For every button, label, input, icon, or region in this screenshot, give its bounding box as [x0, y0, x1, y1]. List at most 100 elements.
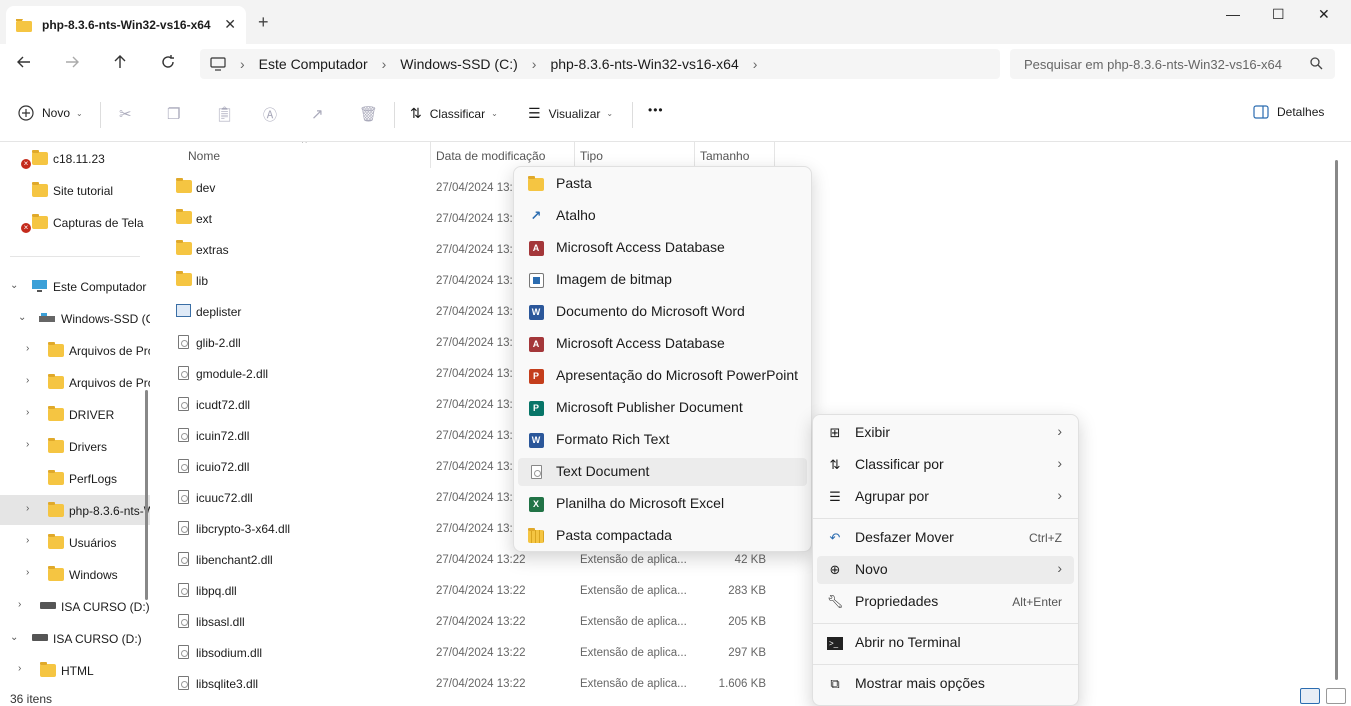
- chevron-right-icon[interactable]: ›: [26, 375, 29, 386]
- column-divider[interactable]: [694, 142, 695, 168]
- menu-item-new-excel[interactable]: X Planilha do Microsoft Excel: [518, 490, 807, 518]
- breadcrumb-this-pc[interactable]: Este Computador: [259, 56, 368, 72]
- menu-item-open-terminal[interactable]: >_ Abrir no Terminal: [817, 629, 1074, 657]
- file-list-scrollbar[interactable]: [1335, 160, 1338, 680]
- menu-item-new-zip[interactable]: Pasta compactada: [518, 522, 807, 550]
- sidebar-item-this-pc[interactable]: ⌄ Este Computador: [0, 271, 150, 301]
- copy-button[interactable]: ❐: [167, 105, 180, 123]
- breadcrumb-drive-c[interactable]: Windows-SSD (C:): [400, 56, 517, 72]
- dll-file-icon: [178, 335, 189, 349]
- menu-item-new-access-db[interactable]: A Microsoft Access Database: [518, 234, 807, 262]
- sidebar-item-users[interactable]: › Usuários: [0, 527, 150, 557]
- file-row[interactable]: libsodium.dll 27/04/2024 13:22 Extensão de…: [158, 637, 778, 668]
- back-button[interactable]: [16, 54, 32, 75]
- chevron-right-icon[interactable]: ›: [26, 535, 29, 546]
- file-row[interactable]: libsasl.dll 27/04/2024 13:22 Extensão de a…: [158, 606, 778, 637]
- breadcrumb-separator[interactable]: ›: [240, 56, 245, 72]
- chevron-right-icon[interactable]: ›: [26, 567, 29, 578]
- menu-item-label: Documento do Microsoft Word: [556, 303, 745, 319]
- column-divider[interactable]: [774, 142, 775, 168]
- file-row[interactable]: libpq.dll 27/04/2024 13:22 Extensão de apl…: [158, 575, 778, 606]
- menu-item-new-folder[interactable]: Pasta: [518, 170, 807, 198]
- column-header-date[interactable]: Data de modificação: [436, 149, 545, 163]
- sidebar-item-screenshots[interactable]: × Capturas de Tela: [0, 207, 150, 237]
- chevron-right-icon[interactable]: ›: [18, 663, 21, 674]
- menu-item-new-shortcut[interactable]: ↗ Atalho: [518, 202, 807, 230]
- sidebar-item-drive-d[interactable]: ⌄ ISA CURSO (D:): [0, 623, 150, 653]
- arrow-right-icon: [66, 56, 79, 68]
- address-bar[interactable]: › Este Computador › Windows-SSD (C:) › p…: [200, 49, 1000, 79]
- menu-item-new-powerpoint[interactable]: P Apresentação do Microsoft PowerPoint: [518, 362, 807, 390]
- sidebar-item-program-files[interactable]: › Arquivos de Programas: [0, 335, 150, 365]
- menu-item-undo-move[interactable]: ↶ Desfazer Mover Ctrl+Z: [817, 524, 1074, 552]
- menu-item-new-word[interactable]: W Documento do Microsoft Word: [518, 298, 807, 326]
- sidebar-item-php-folder[interactable]: › php-8.3.6-nts-Win32-vs16-x64: [0, 495, 150, 525]
- sidebar-item-drivers[interactable]: › Drivers: [0, 431, 150, 461]
- rename-button[interactable]: Ⓐ: [263, 105, 277, 125]
- menu-item-properties[interactable]: 🔧︎ Propriedades Alt+Enter: [817, 588, 1074, 616]
- minimize-button[interactable]: —: [1226, 6, 1240, 22]
- sidebar-item-drive-d-nested[interactable]: › ISA CURSO (D:): [0, 591, 150, 621]
- column-header-size[interactable]: Tamanho: [700, 149, 749, 163]
- chevron-right-icon[interactable]: ›: [26, 343, 29, 354]
- menu-item-new-rich-text[interactable]: W Formato Rich Text: [518, 426, 807, 454]
- chevron-right-icon[interactable]: ›: [26, 439, 29, 450]
- breadcrumb-separator[interactable]: ›: [382, 56, 387, 72]
- menu-item-new[interactable]: ⊕ Novo ›: [817, 556, 1074, 584]
- sort-button[interactable]: ⇅ Classificar ⌄: [410, 105, 498, 122]
- sidebar-item-perflogs[interactable]: PerfLogs: [0, 463, 150, 493]
- share-button[interactable]: ↗: [311, 105, 324, 123]
- chevron-down-icon[interactable]: ⌄: [10, 280, 18, 291]
- sidebar-item-html[interactable]: › HTML: [0, 655, 150, 685]
- chevron-right-icon[interactable]: ›: [26, 503, 29, 514]
- new-tab-button[interactable]: +: [258, 12, 269, 33]
- access-icon: A: [528, 240, 544, 256]
- up-button[interactable]: [112, 54, 128, 75]
- delete-button[interactable]: 🗑︎: [359, 105, 378, 123]
- chevron-down-icon[interactable]: ⌄: [10, 632, 18, 643]
- details-view-icon[interactable]: [1300, 688, 1320, 704]
- sidebar-item-c18[interactable]: × c18.11.23: [0, 143, 150, 173]
- column-header-type[interactable]: Tipo: [580, 149, 603, 163]
- cut-button[interactable]: ✂: [119, 105, 132, 123]
- menu-item-new-access-db-2[interactable]: A Microsoft Access Database: [518, 330, 807, 358]
- menu-item-new-text-document[interactable]: Text Document: [518, 458, 807, 486]
- new-button[interactable]: Novo ⌄: [18, 105, 83, 121]
- column-divider[interactable]: [574, 142, 575, 168]
- plus-circle-icon: ⊕: [829, 562, 841, 577]
- chevron-down-icon[interactable]: ⌄: [18, 312, 26, 323]
- sidebar-scrollbar[interactable]: [145, 390, 148, 600]
- chevron-right-icon[interactable]: ›: [26, 407, 29, 418]
- breadcrumb-separator[interactable]: ›: [753, 56, 758, 72]
- sidebar-item-windows[interactable]: › Windows: [0, 559, 150, 589]
- menu-item-view[interactable]: ⊞ Exibir ›: [817, 419, 1074, 447]
- forward-button[interactable]: [64, 54, 80, 75]
- close-tab-icon[interactable]: ✕: [224, 16, 236, 33]
- view-button[interactable]: ☰ Visualizar ⌄: [528, 105, 613, 122]
- breadcrumb-separator[interactable]: ›: [532, 56, 537, 72]
- tab-current-folder[interactable]: php-8.3.6-nts-Win32-vs16-x64 ✕: [6, 6, 246, 44]
- column-header-name[interactable]: Nome: [188, 149, 220, 163]
- column-divider[interactable]: [430, 142, 431, 168]
- menu-item-new-bitmap[interactable]: Imagem de bitmap: [518, 266, 807, 294]
- menu-item-new-publisher[interactable]: P Microsoft Publisher Document: [518, 394, 807, 422]
- maximize-button[interactable]: ☐: [1272, 6, 1285, 23]
- more-options-button[interactable]: •••: [648, 103, 664, 117]
- menu-item-group-by[interactable]: ☰ Agrupar por ›: [817, 483, 1074, 511]
- menu-item-show-more-options[interactable]: ⧉ Mostrar mais opções: [817, 670, 1074, 698]
- sidebar-item-drive-c[interactable]: ⌄ Windows-SSD (C:): [0, 303, 150, 333]
- folder-icon: [48, 374, 64, 389]
- sidebar-item-site-tutorial[interactable]: Site tutorial: [0, 175, 150, 205]
- file-row[interactable]: libsqlite3.dll 27/04/2024 13:22 Extensão d…: [158, 668, 778, 690]
- tiles-view-icon[interactable]: [1326, 688, 1346, 704]
- sidebar-item-driver[interactable]: › DRIVER: [0, 399, 150, 429]
- paste-button[interactable]: 📋︎: [215, 105, 234, 123]
- menu-item-sort-by[interactable]: ⇅ Classificar por ›: [817, 451, 1074, 479]
- search-input[interactable]: Pesquisar em php-8.3.6-nts-Win32-vs16-x6…: [1010, 49, 1335, 79]
- refresh-button[interactable]: [160, 54, 176, 75]
- breadcrumb-php-folder[interactable]: php-8.3.6-nts-Win32-vs16-x64: [550, 56, 738, 72]
- sidebar-item-program-files-x86[interactable]: › Arquivos de Programas (x86): [0, 367, 150, 397]
- details-button[interactable]: Detalhes: [1253, 105, 1324, 119]
- chevron-right-icon[interactable]: ›: [18, 599, 21, 610]
- close-window-button[interactable]: ✕: [1318, 6, 1330, 23]
